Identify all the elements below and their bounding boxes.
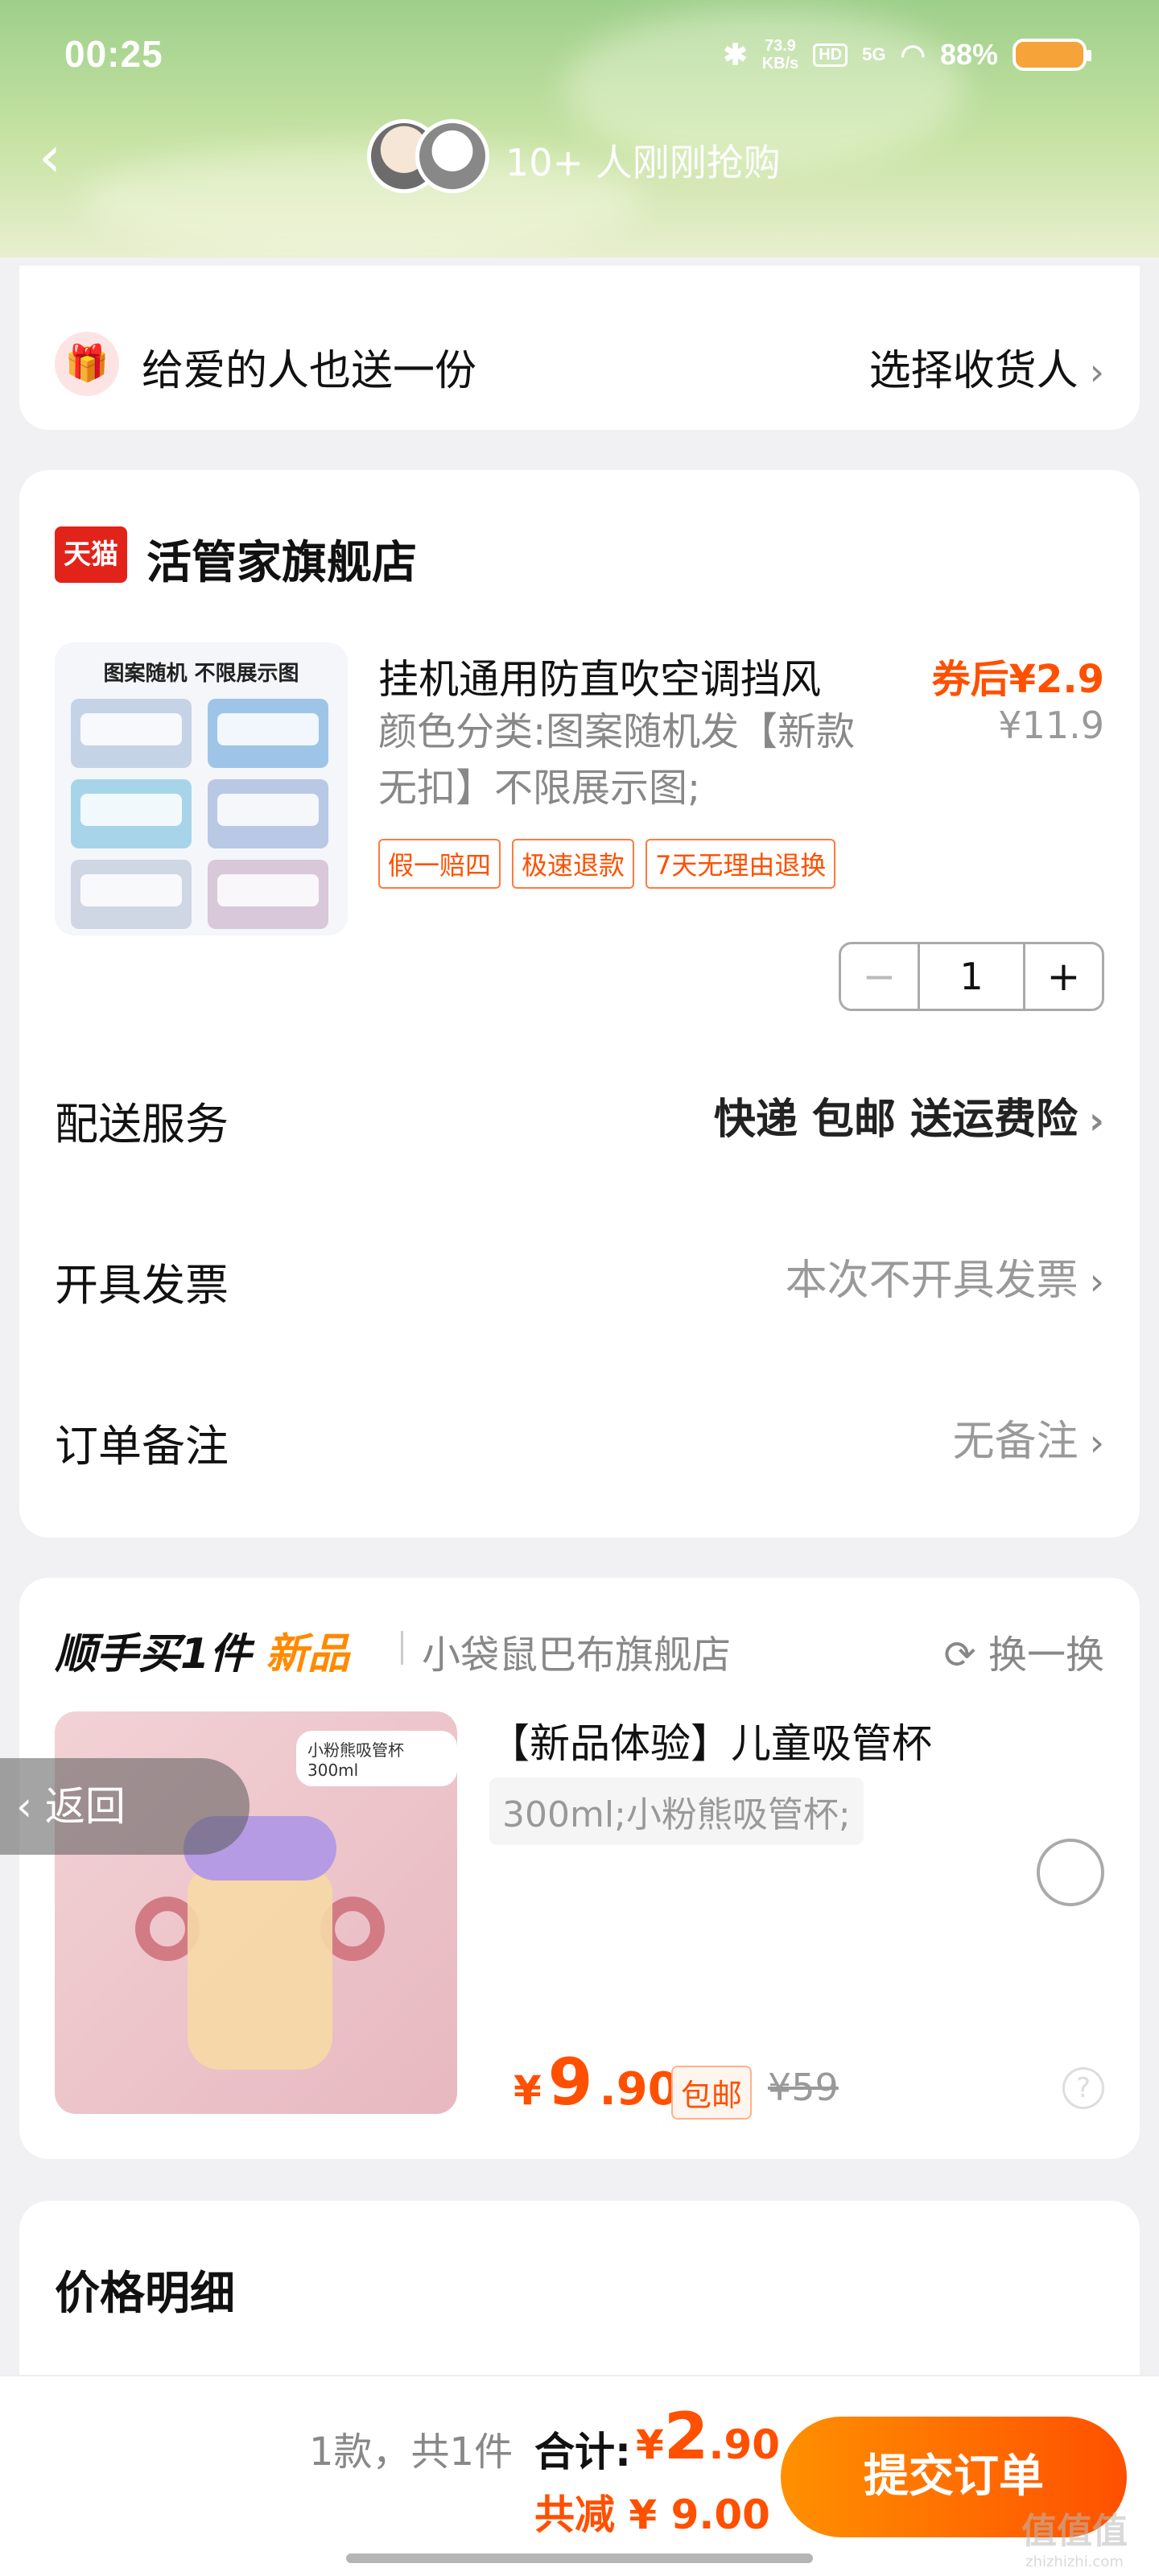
upsell-title: 顺手买1件 新品	[55, 1630, 350, 1678]
select-radio[interactable]	[1037, 1839, 1104, 1906]
product-image-caption: 图案随机 不限展示图	[103, 662, 299, 686]
total-label: 合计:	[534, 2429, 631, 2475]
saved-amount[interactable]: 共减 ¥ 9.00	[534, 2483, 770, 2541]
chevron-right-icon: ›	[1089, 1099, 1104, 1142]
upsell-original-price: ¥59	[768, 2066, 839, 2109]
delivery-option[interactable]: 快递 包邮 送运费险 ›	[714, 1085, 1104, 1146]
upsell-store-name[interactable]: 小袋鼠巴布旗舰店	[422, 1623, 731, 1679]
item-count: 1款，共1件	[309, 2429, 514, 2475]
battery-icon	[1013, 39, 1091, 71]
product-image[interactable]: 图案随机 不限展示图	[55, 642, 348, 935]
invoice-option[interactable]: 本次不开具发票 ›	[786, 1246, 1104, 1307]
coupon-price: 券后¥2.9	[931, 657, 1104, 702]
home-indicator[interactable]	[346, 2553, 813, 2563]
quantity-stepper: − 1 +	[839, 942, 1104, 1011]
chevron-right-icon: ›	[1089, 1421, 1104, 1464]
gift-icon: 🎁	[55, 332, 119, 396]
net-speed: 73.9 KB/s	[761, 37, 799, 72]
upsell-card: 顺手买1件 新品 小袋鼠巴布旗舰店 ⟳ 换一换 小粉熊吸管杯300ml 【新品体…	[19, 1578, 1140, 2159]
floating-back-button[interactable]: ‹ 返回	[0, 1758, 250, 1855]
gift-section[interactable]: 🎁 给爱的人也送一份 选择收货人 ›	[19, 266, 1140, 430]
product-spec[interactable]: 颜色分类:图案随机发【新款无扣】不限展示图;	[378, 704, 893, 816]
service-tags: 假一赔四 极速退款 7天无理由退换	[378, 839, 836, 889]
product-title[interactable]: 挂机通用防直吹空调挡风	[378, 647, 821, 705]
invoice-label: 开具发票	[55, 1260, 229, 1311]
quantity-value[interactable]: 1	[920, 944, 1023, 1009]
decrease-button[interactable]: −	[841, 944, 920, 1009]
header-banner: 00:25 ✱ 73.9 KB/s HD 5G ◠ 88% ‹ 10+ 人刚刚抢购	[0, 0, 1159, 258]
image-label: 小粉熊吸管杯300ml	[296, 1731, 457, 1786]
service-tag: 极速退款	[512, 839, 635, 889]
swap-button[interactable]: ⟳ 换一换	[944, 1623, 1105, 1679]
store-order-card: 天猫 活管家旗舰店 图案随机 不限展示图 挂机通用防直吹空调挡风 券后¥2.9 …	[19, 470, 1140, 1538]
checkout-bar: 1款，共1件 合计: ¥2.90 共减 ¥ 9.00 提交订单	[0, 2375, 1159, 2576]
chevron-right-icon: ›	[1089, 1260, 1104, 1303]
status-bar: 00:25 ✱ 73.9 KB/s HD 5G ◠ 88%	[0, 32, 1159, 89]
wifi-icon: ◠	[900, 38, 926, 71]
increase-button[interactable]: +	[1023, 944, 1102, 1009]
choose-recipient-link[interactable]: 选择收货人 ›	[869, 336, 1104, 397]
back-arrow-icon[interactable]: ‹	[39, 129, 87, 185]
chevron-left-icon: ‹	[16, 1783, 45, 1830]
service-tag: 7天无理由退换	[645, 839, 836, 889]
delivery-label: 配送服务	[55, 1099, 229, 1150]
upsell-price: ¥9.90	[514, 2045, 679, 2120]
bluetooth-icon: ✱	[723, 38, 748, 71]
hd-icon: HD	[813, 43, 848, 67]
refresh-icon: ⟳	[943, 1633, 976, 1678]
buyer-avatars	[367, 119, 496, 196]
free-shipping-tag: 包邮	[671, 2066, 753, 2120]
status-time: 00:25	[64, 33, 163, 75]
service-tag: 假一赔四	[378, 839, 501, 889]
battery-percent: 88%	[939, 38, 998, 71]
total-price: ¥2.90	[636, 2399, 781, 2474]
divider	[401, 1631, 403, 1665]
chevron-right-icon: ›	[1089, 350, 1104, 394]
original-price: ¥11.9	[998, 704, 1104, 747]
signal-icon: 5G	[862, 44, 886, 64]
tmall-logo: 天猫	[55, 526, 127, 583]
help-icon[interactable]: ?	[1062, 2067, 1104, 2109]
nav-bar: ‹ 10+ 人刚刚抢购	[0, 113, 1159, 201]
buyers-count-text: 10+ 人刚刚抢购	[505, 141, 781, 184]
store-name[interactable]: 活管家旗舰店	[146, 526, 417, 592]
upsell-item-spec[interactable]: 300ml;小粉熊吸管杯;	[489, 1777, 864, 1845]
note-label: 订单备注	[55, 1421, 229, 1472]
site-watermark: 值值值 zhizhizhi.com	[1021, 2511, 1128, 2570]
upsell-item-title[interactable]: 【新品体验】儿童吸管杯	[489, 1711, 932, 1769]
gift-label: 给爱的人也送一份	[142, 347, 477, 395]
price-detail-title: 价格明细	[55, 2268, 235, 2320]
order-note-option[interactable]: 无备注 ›	[953, 1407, 1104, 1468]
avatar	[415, 119, 489, 193]
